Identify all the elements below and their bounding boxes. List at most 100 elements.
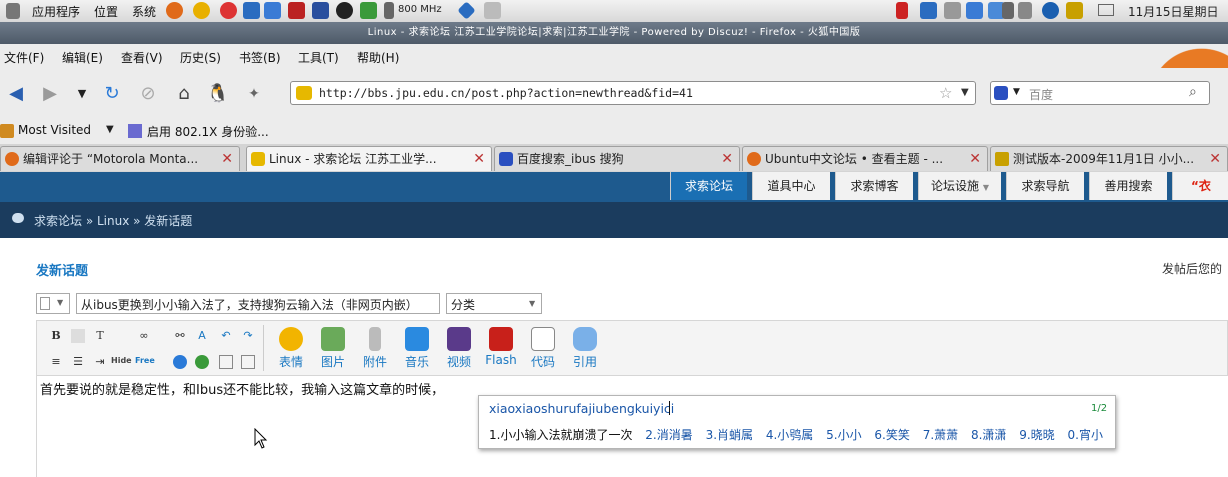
quote-button[interactable]: 引用 xyxy=(567,327,603,370)
tray-red-icon[interactable] xyxy=(896,2,908,19)
panel-menu-places[interactable]: 位置 xyxy=(94,3,118,20)
breadcrumb[interactable]: 求索论坛 » Linux » 发新话题 xyxy=(34,212,192,229)
ime-candidate[interactable]: 7.萧萧 xyxy=(923,428,958,442)
home-button[interactable]: ⌂ xyxy=(172,82,196,106)
smiley-button[interactable]: 表情 xyxy=(273,327,309,370)
link-icon[interactable]: ∞ xyxy=(137,329,151,343)
table-icon[interactable] xyxy=(241,355,255,369)
forum-nav-more[interactable]: “衣 xyxy=(1172,172,1228,200)
insert-link-icon[interactable] xyxy=(173,355,187,369)
code-button[interactable]: 代码 xyxy=(525,327,561,370)
tab-4[interactable]: Ubuntu中文论坛 • 查看主题 - ... ✕ xyxy=(742,146,988,171)
ime-candidate[interactable]: 3.肖蛸属 xyxy=(706,428,753,442)
bookmark-star-icon[interactable]: ☆ xyxy=(939,84,952,102)
bookmark-8021x[interactable]: 启用 802.1X 身份验... xyxy=(147,123,269,140)
forum-nav-search[interactable]: 善用搜索 xyxy=(1089,172,1167,200)
ime-candidate[interactable]: 6.笑笑 xyxy=(874,428,909,442)
qq-icon[interactable] xyxy=(336,2,353,19)
video-button[interactable]: 视频 xyxy=(441,327,477,370)
panel-menu-applications[interactable]: 应用程序 xyxy=(32,3,80,20)
tray-display-icon[interactable] xyxy=(1002,2,1014,19)
tab-close-icon[interactable]: ✕ xyxy=(473,147,485,171)
download-icon[interactable] xyxy=(360,2,377,19)
forward-button[interactable]: ▶ xyxy=(38,82,62,106)
menu-view[interactable]: 查看(V) xyxy=(121,49,163,66)
tux-icon[interactable]: 🐧 xyxy=(206,82,230,106)
list-icon[interactable]: ☰ xyxy=(71,355,85,369)
tray-sync-icon[interactable] xyxy=(920,2,937,19)
tab-1[interactable]: 编辑评论于 “Motorola Monta... ✕ xyxy=(0,146,240,171)
app-icon[interactable] xyxy=(264,2,281,19)
reload-button[interactable]: ↻ xyxy=(100,82,124,106)
unlink-icon[interactable]: ⚯ xyxy=(173,329,187,343)
indent-icon[interactable]: ⇥ xyxy=(93,355,107,369)
ime-candidate[interactable]: 9.晓晓 xyxy=(1019,428,1054,442)
search-icon[interactable]: ⌕ xyxy=(1189,84,1197,100)
gnome-foot-icon[interactable] xyxy=(6,3,20,19)
attachment-button[interactable]: 附件 xyxy=(357,327,393,370)
clear-format-icon[interactable]: A xyxy=(195,329,209,343)
subject-input[interactable]: 从ibus更换到小小输入法了，支持搜狗云输入法（非网页内嵌） xyxy=(76,293,440,314)
search-input[interactable]: 百度 xyxy=(1029,86,1053,103)
help-ring-icon[interactable] xyxy=(220,2,237,19)
tab-2[interactable]: Linux - 求索论坛 江苏工业学... ✕ xyxy=(246,146,492,171)
image-button[interactable]: 图片 xyxy=(315,327,351,370)
free-icon[interactable]: Free xyxy=(135,356,155,365)
updates-icon[interactable] xyxy=(1066,2,1083,19)
post-icon-select[interactable]: ▼ xyxy=(36,293,70,314)
tab-close-icon[interactable]: ✕ xyxy=(221,147,233,171)
ime-candidate[interactable]: 1.小小输入法就崩溃了一次 xyxy=(489,428,632,442)
firefox-launcher-icon[interactable] xyxy=(166,2,183,19)
text-color-icon[interactable] xyxy=(71,329,85,343)
sync-icon[interactable] xyxy=(243,2,260,19)
ime-candidate[interactable]: 0.宵小 xyxy=(1068,428,1103,442)
clock[interactable]: 11月15日星期日 xyxy=(1128,3,1219,20)
forum-nav-blog[interactable]: 求索博客 xyxy=(835,172,913,200)
menu-bookmarks[interactable]: 书签(B) xyxy=(239,49,281,66)
engine-dropdown-icon[interactable]: ▼ xyxy=(1013,87,1020,97)
graph-icon[interactable] xyxy=(312,2,329,19)
undo-icon[interactable]: ↶ xyxy=(219,329,233,343)
ime-candidate[interactable]: 2.消消暑 xyxy=(645,428,692,442)
editor-text[interactable]: 首先要说的就是稳定性，和Ibus还不能比较，我输入这篇文章的时候， xyxy=(40,379,444,398)
mail-icon[interactable] xyxy=(1098,4,1114,16)
url-text[interactable]: http://bbs.jpu.edu.cn/post.php?action=ne… xyxy=(319,86,693,100)
menu-edit[interactable]: 编辑(E) xyxy=(62,49,103,66)
bold-icon[interactable]: B xyxy=(49,329,63,343)
forum-nav-facilities[interactable]: 论坛设施 ▼ xyxy=(918,172,1001,200)
search-bar[interactable]: ▼ 百度 ⌕ xyxy=(990,81,1210,105)
stop-button[interactable]: ⊘ xyxy=(136,82,160,106)
panel-menu-system[interactable]: 系统 xyxy=(132,3,156,20)
ime-candidate[interactable]: 4.小鸮属 xyxy=(766,428,813,442)
tab-close-icon[interactable]: ✕ xyxy=(1209,147,1221,171)
url-bar[interactable]: http://bbs.jpu.edu.cn/post.php?action=ne… xyxy=(290,81,976,105)
cd-icon[interactable] xyxy=(193,2,210,19)
accessibility-icon[interactable] xyxy=(1042,2,1059,19)
insert-media-icon[interactable] xyxy=(195,355,209,369)
forum-nav-props[interactable]: 道具中心 xyxy=(752,172,830,200)
font-size-icon[interactable]: T xyxy=(93,329,107,343)
network-icon[interactable] xyxy=(457,1,476,20)
url-dropdown-icon[interactable]: ▼ xyxy=(961,87,969,98)
bookmark-most-visited[interactable]: Most Visited xyxy=(18,123,91,137)
redo-icon[interactable]: ↷ xyxy=(241,329,255,343)
tab-5[interactable]: 测试版本-2009年11月1日 小小... ✕ xyxy=(990,146,1228,171)
tray-drive-icon[interactable] xyxy=(944,2,961,19)
baidu-engine-icon[interactable] xyxy=(994,86,1008,100)
tab-3[interactable]: 百度搜索_ibus 搜狗 ✕ xyxy=(494,146,740,171)
tab-close-icon[interactable]: ✕ xyxy=(969,147,981,171)
menu-file[interactable]: 文件(F) xyxy=(4,49,44,66)
forum-nav-guide[interactable]: 求索导航 xyxy=(1006,172,1084,200)
forum-nav-bbs[interactable]: 求索论坛 xyxy=(670,172,747,200)
tray-app-icon[interactable] xyxy=(966,2,983,19)
category-select[interactable]: 分类 ▼ xyxy=(446,293,542,314)
history-dropdown-icon[interactable]: ▼ xyxy=(70,82,94,106)
menu-history[interactable]: 历史(S) xyxy=(180,49,221,66)
flash-button[interactable]: Flash xyxy=(481,327,521,367)
menu-tools[interactable]: 工具(T) xyxy=(298,49,339,66)
ime-candidate[interactable]: 5.小小 xyxy=(826,428,861,442)
volume-icon[interactable] xyxy=(1018,2,1032,19)
ime-candidate[interactable]: 8.潇潇 xyxy=(971,428,1006,442)
most-visited-dropdown-icon[interactable]: ▼ xyxy=(106,124,114,135)
align-icon[interactable]: ≡ xyxy=(49,355,63,369)
